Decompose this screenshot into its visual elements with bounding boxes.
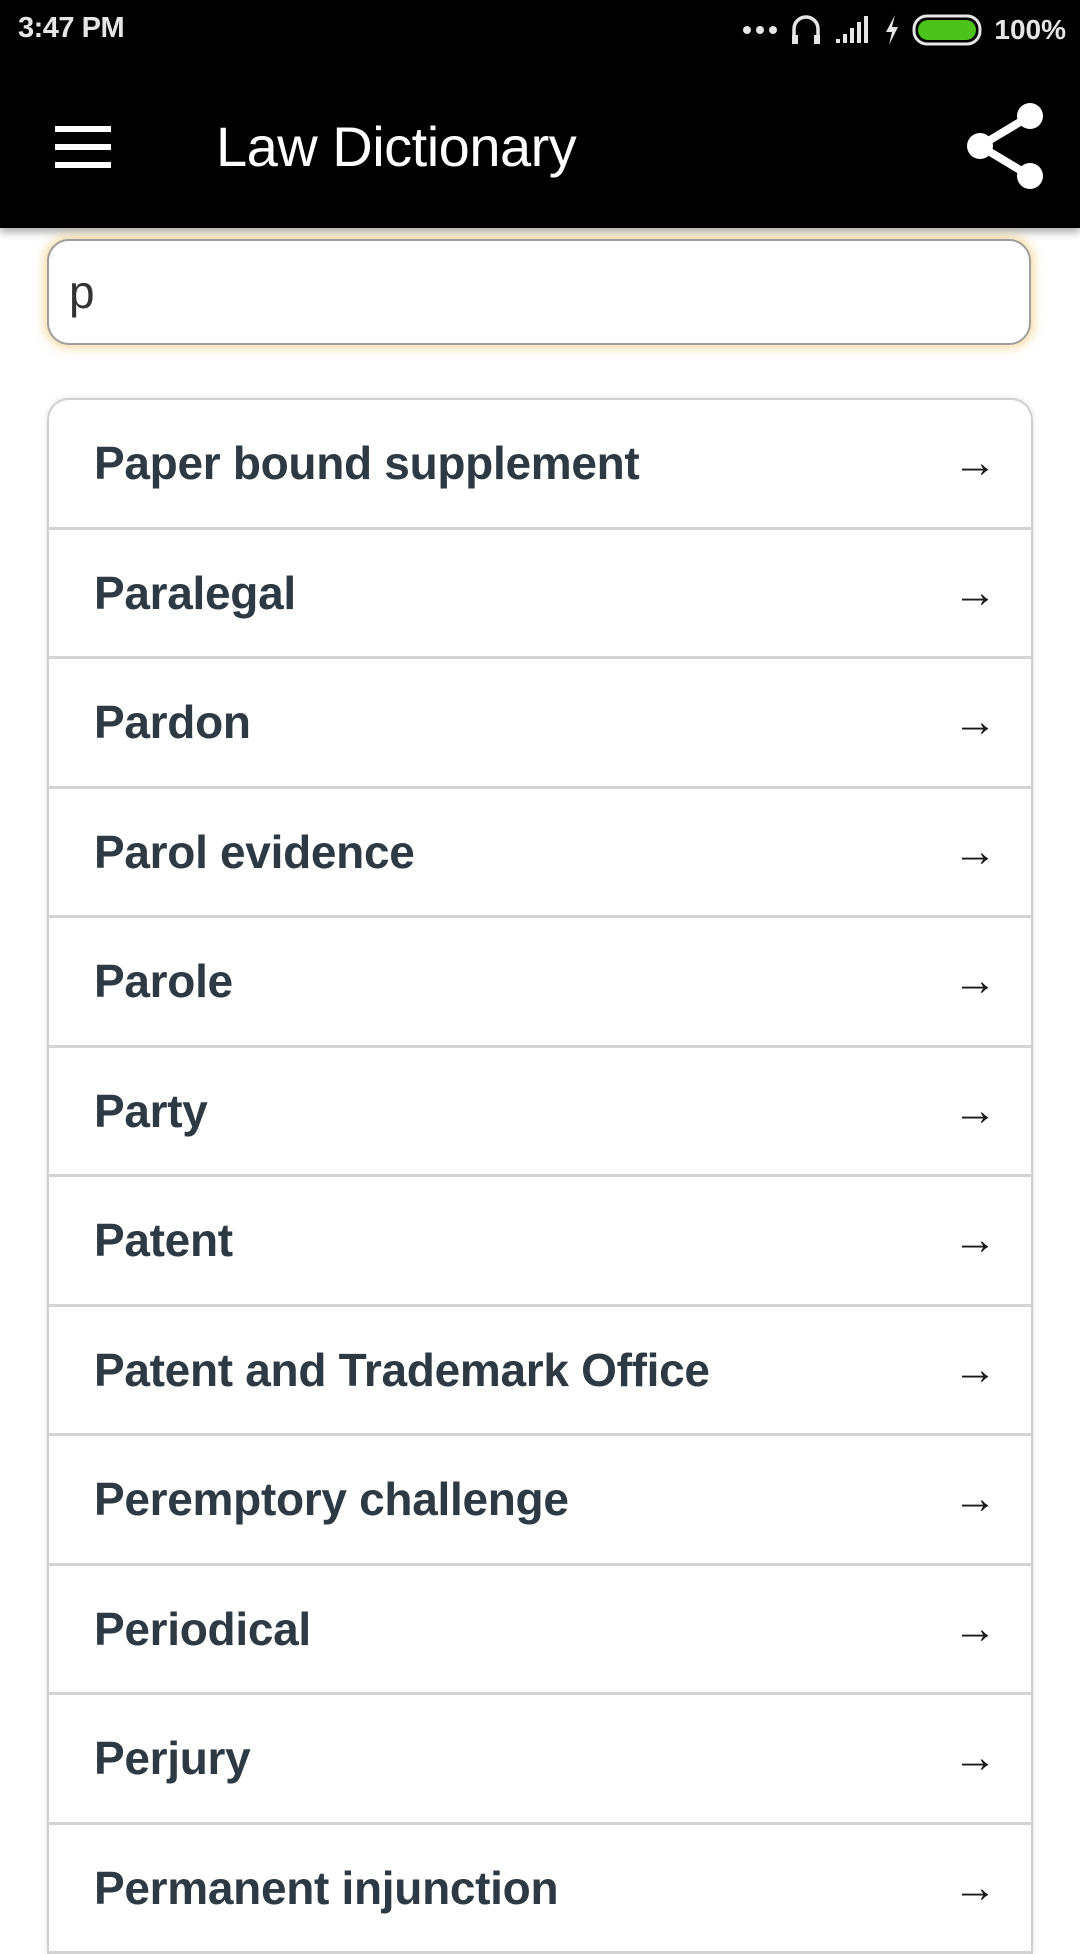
list-item-label: Patent and Trademark Office (94, 1343, 710, 1397)
list-item[interactable]: Paralegal → (49, 530, 1031, 660)
battery-percent: 100% (994, 14, 1066, 46)
arrow-right-icon: → (953, 1863, 997, 1913)
battery-icon (912, 14, 982, 46)
arrow-right-icon: → (953, 1086, 997, 1136)
list-item[interactable]: Parol evidence → (49, 789, 1031, 919)
status-icons: 100% (742, 10, 1066, 50)
menu-button[interactable] (40, 112, 130, 182)
list-item[interactable]: Patent → (49, 1177, 1031, 1307)
list-item[interactable]: Party → (49, 1048, 1031, 1178)
list-item[interactable]: Paper bound supplement → (49, 400, 1031, 530)
list-item-label: Pardon (94, 695, 251, 749)
arrow-right-icon: → (953, 1474, 997, 1524)
list-item-label: Parole (94, 954, 233, 1008)
status-bar: 3:47 PM 100% (0, 0, 1080, 62)
headset-icon (790, 13, 822, 47)
list-item[interactable]: Patent and Trademark Office → (49, 1307, 1031, 1437)
status-time: 3:47 PM (18, 12, 124, 45)
list-item[interactable]: Pardon → (49, 659, 1031, 789)
list-item-label: Perjury (94, 1731, 250, 1785)
arrow-right-icon: → (953, 1604, 997, 1654)
results-list: Paper bound supplement → Paralegal → Pardon →… (47, 398, 1033, 1954)
arrow-right-icon: → (953, 1215, 997, 1265)
share-icon (960, 98, 1050, 194)
list-item-label: Permanent injunction (94, 1861, 558, 1915)
search-field[interactable] (47, 239, 1031, 345)
list-item-label: Paralegal (94, 566, 296, 620)
signal-icon (834, 15, 872, 45)
list-item[interactable]: Permanent injunction → (49, 1825, 1031, 1954)
search-input[interactable] (69, 241, 1009, 343)
arrow-right-icon: → (953, 1345, 997, 1395)
more-dots-icon (742, 24, 778, 36)
app-title: Law Dictionary (216, 114, 576, 179)
list-item[interactable]: Peremptory challenge → (49, 1436, 1031, 1566)
arrow-right-icon: → (953, 697, 997, 747)
list-item-label: Party (94, 1084, 208, 1138)
arrow-right-icon: → (953, 827, 997, 877)
list-item[interactable]: Perjury → (49, 1695, 1031, 1825)
arrow-right-icon: → (953, 438, 997, 488)
app-bar: Law Dictionary (0, 62, 1080, 228)
arrow-right-icon: → (953, 956, 997, 1006)
share-button[interactable] (960, 98, 1050, 194)
arrow-right-icon: → (953, 1733, 997, 1783)
list-item-label: Peremptory challenge (94, 1472, 569, 1526)
list-item[interactable]: Periodical → (49, 1566, 1031, 1696)
list-item-label: Periodical (94, 1602, 311, 1656)
list-item[interactable]: Parole → (49, 918, 1031, 1048)
arrow-right-icon: → (953, 568, 997, 618)
list-item-label: Paper bound supplement (94, 436, 639, 490)
charging-icon (884, 14, 900, 46)
list-item-label: Patent (94, 1213, 233, 1267)
list-item-label: Parol evidence (94, 825, 415, 879)
